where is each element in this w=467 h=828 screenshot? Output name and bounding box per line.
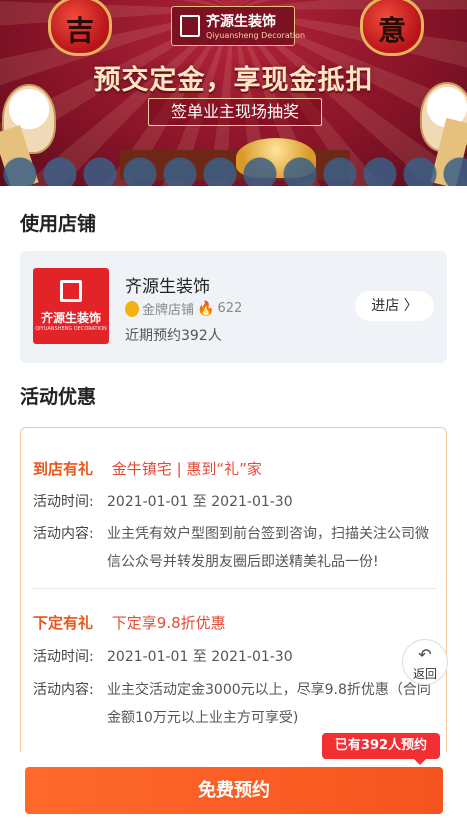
store-name[interactable]: 齐源生装饰: [125, 272, 210, 297]
offer-headline: 下定享9.8折优惠: [111, 614, 226, 632]
offer-header: 下定有礼 下定享9.8折优惠: [33, 612, 226, 633]
banner-logo-tagline: Qiyuansheng Decoration: [206, 31, 306, 40]
offer-headline: 金牛镇宅 | 惠到“礼”家: [111, 460, 262, 478]
return-arrow-icon: ↶: [418, 645, 432, 664]
offers-section-title: 活动优惠: [20, 386, 97, 408]
offer-time-label: 活动时间:: [33, 494, 94, 510]
store-logo-sub: QIYUANSHENG DECORATION: [35, 326, 107, 332]
back-button[interactable]: ↶ 返回: [402, 639, 448, 685]
offers-box: 到店有礼 金牛镇宅 | 惠到“礼”家 活动时间: 2021-01-01 至 20…: [20, 427, 447, 757]
banner-headline: 预交定金，享现金抵扣: [93, 65, 374, 96]
offer-tag: 下定有礼: [33, 614, 94, 632]
offer-content-row: 活动内容: 业主交活动定金3000元以上，尽享9.8折优惠（合同金额10万元以上…: [33, 676, 437, 732]
brand-logo-icon: [180, 15, 200, 37]
offer-content-label: 活动内容:: [33, 682, 94, 698]
medal-icon: [125, 300, 139, 317]
offer-time-label: 活动时间:: [33, 649, 94, 665]
store-tags: 金牌店铺 🔥 622: [125, 299, 242, 318]
banner-logo-name: 齐源生装饰: [206, 14, 276, 30]
promo-banner[interactable]: 吉 意 齐源生装饰 Qiyuansheng Decoration 预交定金，享现…: [0, 0, 467, 186]
offer-time-row: 活动时间: 2021-01-01 至 2021-01-30: [33, 488, 437, 516]
banner-subline: 签单业主现场抽奖: [148, 98, 322, 126]
store-logo-name: 齐源生装饰: [40, 311, 101, 325]
offer-content-row: 活动内容: 业主凭有效户型图到前台签到咨询，扫描关注公司微信公众号并转发朋友圈后…: [33, 520, 437, 576]
offer-content-value: 业主交活动定金3000元以上，尽享9.8折优惠（合同金额10万元以上业主方可享受…: [107, 682, 431, 726]
enter-store-button[interactable]: 进店 〉: [355, 291, 434, 321]
offer-divider: [33, 588, 436, 589]
store-logo[interactable]: 齐源生装饰 QIYUANSHENG DECORATION: [33, 268, 109, 344]
reservation-count-badge: 已有392人预约: [322, 733, 440, 765]
offer-header: 到店有礼 金牛镇宅 | 惠到“礼”家: [33, 458, 262, 479]
offer-time-row: 活动时间: 2021-01-01 至 2021-01-30: [33, 643, 437, 671]
offer-time-value: 2021-01-01 至 2021-01-30: [107, 649, 293, 665]
back-button-label: 返回: [412, 667, 437, 681]
free-reservation-button[interactable]: 免费预约: [25, 767, 443, 814]
flame-icon: 🔥: [197, 300, 215, 317]
lantern-right: 意: [360, 0, 424, 56]
offer-time-value: 2021-01-01 至 2021-01-30: [107, 494, 293, 510]
gold-store-badge: 金牌店铺: [142, 303, 195, 318]
store-section-title: 使用店铺: [20, 213, 97, 235]
offer-content-label: 活动内容:: [33, 526, 94, 542]
store-logo-mark-icon: [60, 280, 82, 302]
popularity-count: 622: [217, 301, 243, 316]
offer-content-value: 业主凭有效户型图到前台签到咨询，扫描关注公司微信公众号并转发朋友圈后即送精美礼品…: [107, 526, 429, 570]
recent-bookings: 近期预约392人: [125, 328, 222, 344]
lantern-right-char: 意: [377, 14, 406, 47]
lantern-left: 吉: [48, 0, 112, 56]
store-card[interactable]: 齐源生装饰 QIYUANSHENG DECORATION 齐源生装饰 金牌店铺 …: [20, 251, 447, 363]
offer-tag: 到店有礼: [33, 460, 94, 478]
lantern-left-char: 吉: [65, 14, 94, 47]
banner-logo: 齐源生装饰 Qiyuansheng Decoration: [171, 6, 305, 46]
wave-pattern: [0, 134, 467, 186]
